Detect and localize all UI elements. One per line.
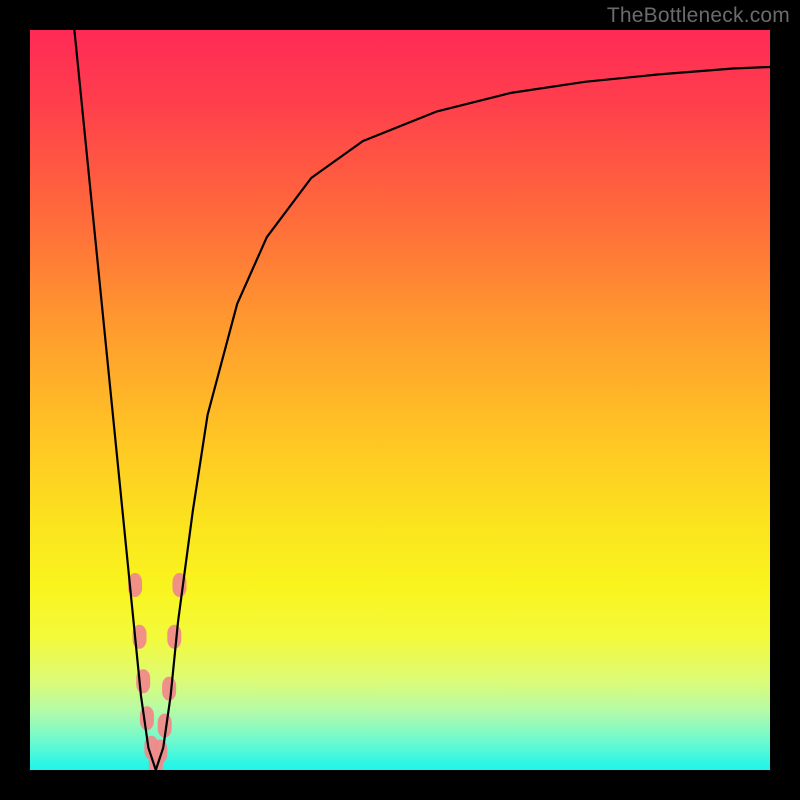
marker-point <box>162 677 176 701</box>
watermark-text: TheBottleneck.com <box>607 4 790 28</box>
chart-svg <box>30 30 770 770</box>
chart-container: TheBottleneck.com <box>0 0 800 800</box>
markers-group <box>128 573 186 770</box>
marker-point <box>167 625 181 649</box>
plot-area <box>30 30 770 770</box>
bottleneck-curve <box>74 30 770 770</box>
